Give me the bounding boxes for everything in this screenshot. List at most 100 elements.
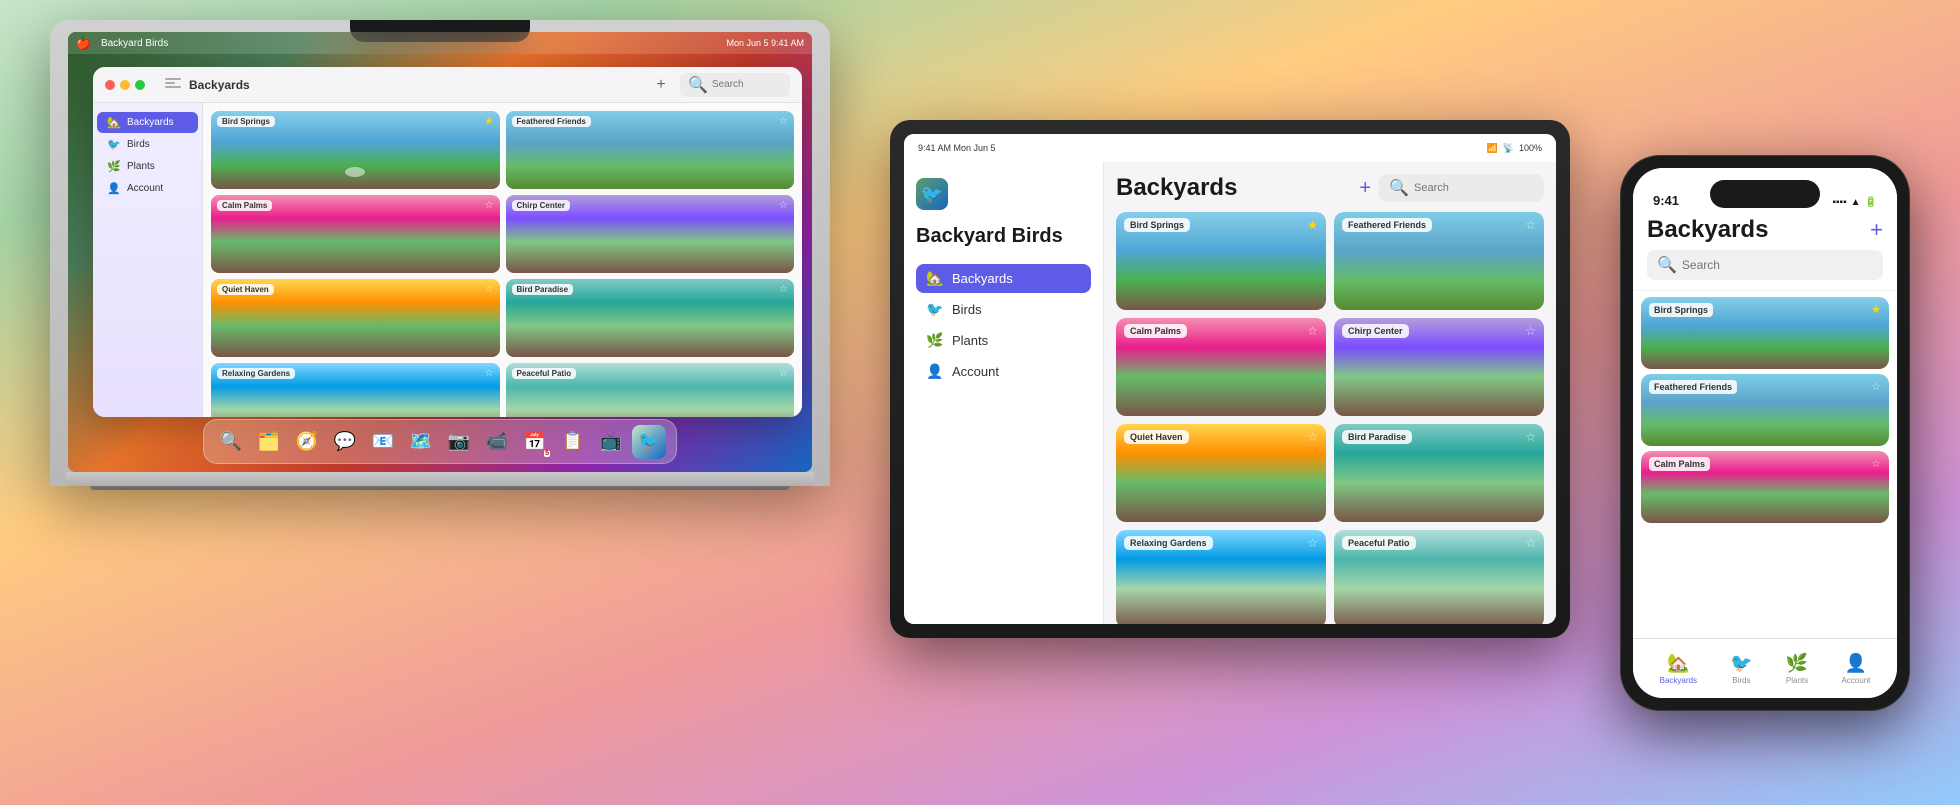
card-star-bird-paradise[interactable]: ☆ [779, 284, 788, 295]
dock-maps[interactable]: 🗺️ [404, 425, 438, 459]
add-backyard-button[interactable]: + [650, 74, 672, 96]
iphone-tab-backyards[interactable]: 🏡 Backyards [1652, 649, 1705, 689]
mac-card-feathered-friends[interactable]: Feathered Friends ☆ [506, 111, 795, 189]
ipad-sidebar-item-plants[interactable]: 🌿 Plants [916, 326, 1091, 355]
dock-launchpad[interactable]: 🗂️ [252, 425, 286, 459]
ipad-plants-icon: 🌿 [926, 332, 944, 349]
mac-menubar: 🍎 Backyard Birds Mon Jun 5 9:41 AM [68, 32, 812, 54]
card-label-relaxing-gardens: Relaxing Gardens [217, 368, 295, 379]
dock-messages[interactable]: 💬 [328, 425, 362, 459]
iphone-item-star-bird-springs[interactable]: ★ [1871, 303, 1881, 316]
card-star-relaxing-gardens[interactable]: ☆ [485, 368, 494, 379]
ipad-card-star-chirp-center[interactable]: ☆ [1525, 324, 1536, 338]
mac-card-peaceful-patio[interactable]: Peaceful Patio ☆ [506, 363, 795, 417]
mac-search-input[interactable] [712, 79, 792, 90]
card-star-calm-palms[interactable]: ☆ [485, 200, 494, 211]
iphone-list-item-feathered-friends[interactable]: Feathered Friends ☆ [1641, 374, 1889, 446]
dock-appletv[interactable]: 📺 [594, 425, 628, 459]
account-icon: 👤 [107, 182, 121, 195]
ipad-card-star-calm-palms[interactable]: ☆ [1307, 324, 1318, 338]
card-star-peaceful-patio[interactable]: ☆ [779, 368, 788, 379]
dock-mail[interactable]: 📧 [366, 425, 400, 459]
mac-menu-app[interactable]: Backyard Birds [101, 38, 168, 49]
birds-icon: 🐦 [107, 138, 121, 151]
ipad-card-quiet-haven[interactable]: Quiet Haven ☆ [1116, 424, 1326, 522]
ipad-add-button[interactable]: + [1359, 177, 1371, 200]
card-star-bird-springs[interactable]: ★ [485, 116, 494, 127]
ipad-search-input[interactable] [1414, 182, 1534, 194]
iphone-item-star-calm-palms[interactable]: ☆ [1871, 457, 1881, 470]
iphone-item-star-feathered[interactable]: ☆ [1871, 380, 1881, 393]
ipad-card-star-bird-paradise[interactable]: ☆ [1525, 430, 1536, 444]
ipad-content: Backyards + 🔍 Bird Springs [1104, 162, 1556, 624]
iphone-search-bar[interactable]: 🔍 [1647, 250, 1883, 280]
ipad-card-star-quiet-haven[interactable]: ☆ [1307, 430, 1318, 444]
iphone-tab-account-icon: 👤 [1845, 653, 1867, 674]
mac-card-relaxing-gardens[interactable]: Relaxing Gardens ☆ [211, 363, 500, 417]
ipad-card-feathered-friends[interactable]: Feathered Friends ☆ [1334, 212, 1544, 310]
dock-facetime[interactable]: 📹 [480, 425, 514, 459]
ipad-sidebar-item-backyards[interactable]: 🏡 Backyards [916, 264, 1091, 293]
ipad-card-star-bird-springs[interactable]: ★ [1307, 218, 1318, 232]
iphone-content: Backyards + 🔍 Bird Springs ★ [1633, 212, 1897, 698]
card-star-chirp-center[interactable]: ☆ [779, 200, 788, 211]
card-label-peaceful-patio: Peaceful Patio [512, 368, 577, 379]
mac-card-calm-palms[interactable]: Calm Palms ☆ [211, 195, 500, 273]
iphone-list-item-bird-springs[interactable]: Bird Springs ★ [1641, 297, 1889, 369]
ipad-sidebar-item-account[interactable]: 👤 Account [916, 357, 1091, 386]
iphone-search-input[interactable] [1682, 258, 1873, 272]
ipad-card-star-feathered[interactable]: ☆ [1525, 218, 1536, 232]
mac-card-bird-paradise[interactable]: Bird Paradise ☆ [506, 279, 795, 357]
ipad-card-chirp-center[interactable]: Chirp Center ☆ [1334, 318, 1544, 416]
ipad-card-star-relaxing[interactable]: ☆ [1307, 536, 1318, 550]
maximize-button[interactable] [135, 80, 145, 90]
ipad-card-calm-palms[interactable]: Calm Palms ☆ [1116, 318, 1326, 416]
bird-bath-decor [345, 167, 365, 177]
card-star-quiet-haven[interactable]: ☆ [485, 284, 494, 295]
ipad-content-header: Backyards + 🔍 [1116, 174, 1544, 202]
search-icon: 🔍 [688, 75, 708, 95]
card-label-feathered-friends: Feathered Friends [512, 116, 591, 127]
sidebar-toggle-button[interactable] [165, 78, 181, 92]
sidebar-item-backyards[interactable]: 🏡 Backyards [97, 112, 198, 133]
ipad-search-bar[interactable]: 🔍 [1379, 174, 1544, 202]
iphone-tab-plants[interactable]: 🌿 Plants [1778, 649, 1816, 689]
ipad-card-relaxing-gardens[interactable]: Relaxing Gardens ☆ [1116, 530, 1326, 624]
mac-card-bird-springs[interactable]: Bird Springs ★ [211, 111, 500, 189]
card-label-quiet-haven: Quiet Haven [217, 284, 274, 295]
dock-reminders[interactable]: 📋 [556, 425, 590, 459]
iphone-tab-account[interactable]: 👤 Account [1833, 649, 1878, 689]
mac-card-quiet-haven[interactable]: Quiet Haven ☆ [211, 279, 500, 357]
plants-icon: 🌿 [107, 160, 121, 173]
ipad-card-bird-paradise[interactable]: Bird Paradise ☆ [1334, 424, 1544, 522]
ipad-battery: 100% [1519, 143, 1542, 153]
traffic-lights [105, 80, 145, 90]
sidebar-item-birds[interactable]: 🐦 Birds [97, 134, 198, 155]
ipad-card-peaceful-patio[interactable]: Peaceful Patio ☆ [1334, 530, 1544, 624]
dock-backyard-birds[interactable]: 🐦 [632, 425, 666, 459]
iphone-item-label-calm-palms: Calm Palms [1649, 457, 1710, 471]
mac-window-title: Backyards [189, 78, 250, 92]
apple-logo-icon: 🍎 [76, 36, 91, 50]
iphone-tab-birds[interactable]: 🐦 Birds [1722, 649, 1760, 689]
iphone-list-item-calm-palms[interactable]: Calm Palms ☆ [1641, 451, 1889, 523]
iphone-add-button[interactable]: + [1870, 217, 1883, 243]
ipad-sidebar-item-birds[interactable]: 🐦 Birds [916, 295, 1091, 324]
sidebar-label-plants: Plants [127, 161, 155, 172]
dock-photos[interactable]: 📷 [442, 425, 476, 459]
mac-card-chirp-center[interactable]: Chirp Center ☆ [506, 195, 795, 273]
dock-finder[interactable]: 🔍 [214, 425, 248, 459]
toggle-line-2 [165, 82, 175, 84]
mac-search-bar[interactable]: 🔍 [680, 73, 790, 97]
card-star-feathered-friends[interactable]: ☆ [779, 116, 788, 127]
sidebar-item-account[interactable]: 👤 Account [97, 178, 198, 199]
sidebar-item-plants[interactable]: 🌿 Plants [97, 156, 198, 177]
dock-safari[interactable]: 🧭 [290, 425, 324, 459]
iphone-device: 9:41 ▪▪▪▪ ▲ 🔋 Backyards + 🔍 [1620, 155, 1910, 711]
dock-calendar[interactable]: 📅 5 [518, 425, 552, 459]
close-button[interactable] [105, 80, 115, 90]
ipad-card-star-peaceful[interactable]: ☆ [1525, 536, 1536, 550]
minimize-button[interactable] [120, 80, 130, 90]
ipad-card-bird-springs[interactable]: Bird Springs ★ [1116, 212, 1326, 310]
iphone-item-label-feathered: Feathered Friends [1649, 380, 1737, 394]
